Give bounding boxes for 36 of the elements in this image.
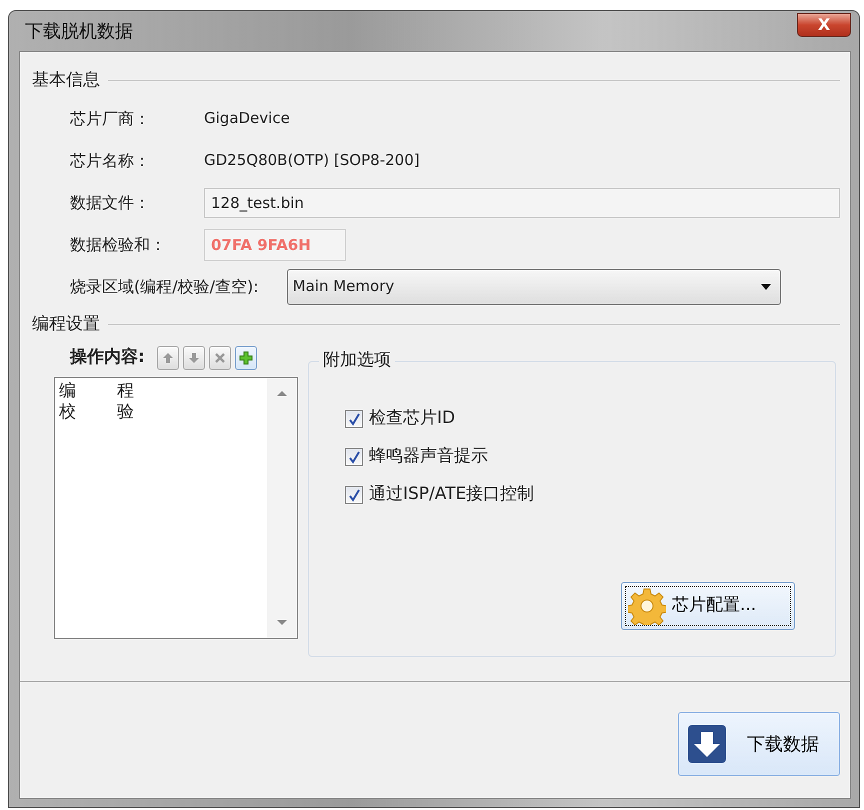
checkbox-label: 蜂鸣器声音提示	[369, 445, 488, 468]
group-title: 基本信息	[32, 69, 100, 92]
plus-button[interactable]	[234, 346, 257, 370]
checksum-field: 07FA 9FA6H	[204, 228, 346, 260]
memory-dropdown[interactable]: Main Memory	[286, 268, 781, 304]
field-label: 芯片名称：	[70, 150, 151, 172]
operations-list[interactable]: 编程 校验	[54, 376, 298, 638]
field-label: 烧录区域(编程/校验/查空):	[70, 276, 259, 298]
group-title: 编程设置	[32, 312, 100, 336]
checkbox[interactable]	[345, 410, 363, 428]
down-arrow-icon	[186, 350, 201, 365]
list-item[interactable]: 编程	[59, 380, 263, 402]
list-item[interactable]: 校验	[59, 402, 263, 422]
chip-config-button[interactable]: 芯片配置...	[621, 582, 795, 630]
field-label: 芯片厂商：	[70, 108, 151, 130]
caret-icon	[760, 282, 772, 290]
delete-icon	[212, 350, 227, 365]
checkbox-label: 通过ISP/ATE接口控制	[369, 483, 534, 506]
field-label: 数据文件：	[70, 192, 151, 214]
scroll-down-icon[interactable]	[276, 618, 288, 626]
checkbox-label: 检查芯片ID	[369, 407, 456, 430]
scrollbar[interactable]	[267, 378, 297, 638]
close-button[interactable]: X	[797, 13, 851, 37]
field-label: 数据检验和：	[70, 234, 167, 256]
field-value: GigaDevice	[204, 108, 290, 130]
field-value: GD25Q80B(OTP) [SOP8-200]	[204, 150, 420, 172]
operations-label: 操作内容:	[70, 346, 145, 369]
scroll-up-icon[interactable]	[276, 390, 288, 396]
checkbox[interactable]	[345, 448, 363, 466]
window-title: 下载脱机数据	[24, 20, 133, 44]
gear-icon	[628, 587, 666, 625]
file-field[interactable]: 128_test.bin	[204, 188, 840, 218]
checkbox[interactable]	[345, 486, 363, 504]
plus-icon	[238, 350, 253, 365]
up-arrow-icon	[160, 350, 175, 365]
download-button[interactable]: 下载数据	[678, 712, 840, 776]
